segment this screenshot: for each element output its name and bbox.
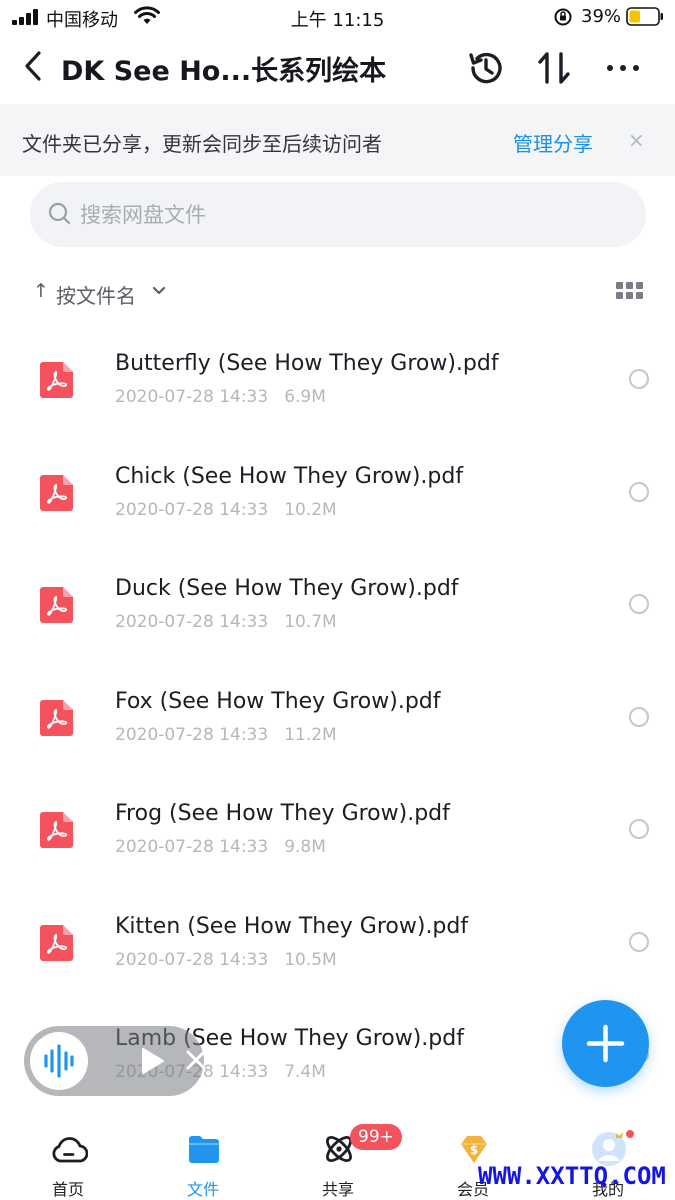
select-checkbox[interactable] [629,369,649,389]
back-button[interactable] [18,48,48,84]
search-input[interactable] [80,182,620,247]
clock: 上午 11:15 [290,10,385,31]
select-checkbox[interactable] [629,931,649,952]
select-checkbox[interactable] [629,819,649,839]
file-date: 2020-07-28 14:33 [115,724,269,745]
search-icon [48,202,71,225]
plus-icon [586,1024,625,1063]
pdf-file-icon [40,924,73,961]
file-date: 2020-07-28 14:33 [115,949,269,970]
file-date: 2020-07-28 14:33 [115,837,269,857]
battery-icon [626,7,663,26]
more-button[interactable] [603,48,643,88]
play-icon[interactable] [140,1046,166,1076]
watermark: WWW.XXTTQ.COM [478,1162,666,1190]
notification-dot [624,1128,636,1140]
file-meta: 2020-07-28 14:33 10.7M [115,612,353,632]
pdf-file-icon [40,474,73,511]
select-checkbox[interactable] [629,706,649,727]
file-name: Chick (See How They Grow).pdf [115,463,464,489]
cloud-icon [52,1137,88,1163]
file-size: 7.4M [284,1062,326,1082]
pdf-file-icon [40,362,73,398]
folder-icon [189,1136,219,1163]
file-meta: 2020-07-28 14:33 10.2M [115,500,353,520]
manage-share-link[interactable]: 管理分享 [513,128,593,157]
file-date: 2020-07-28 14:33 [115,387,269,407]
close-icon[interactable] [184,1048,208,1072]
add-button[interactable] [562,1000,649,1087]
tab-files[interactable]: 文件 [153,1118,253,1200]
sort-by-name-dropdown[interactable]: 按文件名 [56,280,136,309]
share-count-badge: 99+ [350,1124,402,1150]
close-icon[interactable]: × [628,130,645,150]
file-row[interactable]: Frog (See How They Grow).pdf 2020-07-28 … [0,772,675,885]
pdf-file-icon [40,587,73,623]
file-name: Butterfly (See How They Grow).pdf [115,351,499,376]
file-row[interactable]: Butterfly (See How They Grow).pdf 2020-0… [0,322,675,435]
battery-percent: 39% [581,6,622,27]
file-list: Butterfly (See How They Grow).pdf 2020-0… [0,322,675,1110]
audio-wave-icon [44,1044,74,1078]
grid-view-icon[interactable] [616,282,643,302]
history-button[interactable] [466,48,506,88]
file-name: Frog (See How They Grow).pdf [115,801,450,826]
more-icon [607,65,639,71]
page-title: DK See Ho...长系列绘本 [61,56,387,87]
tab-label: 共享 [321,1180,354,1199]
svg-text:$: $ [470,1143,478,1157]
file-name: Kitten (See How They Grow).pdf [115,913,469,939]
select-checkbox[interactable] [629,594,649,614]
search-bar[interactable] [30,182,646,247]
file-row[interactable]: Chick (See How They Grow).pdf 2020-07-28… [0,435,675,548]
file-meta: 2020-07-28 14:33 9.8M [115,837,342,857]
tab-label: 首页 [51,1180,84,1199]
file-row[interactable]: Fox (See How They Grow).pdf 2020-07-28 1… [0,660,675,773]
pdf-file-icon [40,812,73,848]
sort-button[interactable] [534,48,574,88]
file-name: Duck (See How They Grow).pdf [115,576,459,601]
file-date: 2020-07-28 14:33 [115,612,269,632]
nav-bar: DK See Ho...长系列绘本 [0,34,675,102]
file-size: 11.2M [284,724,337,745]
file-size: 10.5M [284,949,337,970]
file-meta: 2020-07-28 14:33 11.2M [115,725,353,745]
history-icon [469,52,502,84]
file-size: 9.8M [284,837,326,857]
status-bar: 中国移动 上午 11:15 39% [0,0,675,34]
share-banner-text: 文件夹已分享，更新会同步至后续访问者 [22,132,382,156]
file-size: 6.9M [284,387,326,407]
share-banner: 文件夹已分享，更新会同步至后续访问者 管理分享 × [0,104,675,176]
file-date: 2020-07-28 14:33 [115,499,269,520]
rotation-lock-icon [554,8,572,26]
file-meta: 2020-07-28 14:33 10.5M [115,950,353,970]
tab-label: 文件 [186,1180,219,1199]
file-name: Fox (See How They Grow).pdf [115,688,441,714]
pdf-file-icon [40,699,73,736]
file-row[interactable]: Kitten (See How They Grow).pdf 2020-07-2… [0,885,675,998]
floating-audio-player[interactable] [24,1026,206,1096]
sort-icon [538,52,570,84]
chevron-down-icon[interactable] [152,286,166,296]
tab-home[interactable]: 首页 [18,1118,118,1200]
voice-disc[interactable] [30,1032,88,1090]
file-size: 10.2M [284,499,337,520]
sort-row: ↑ 按文件名 [0,270,675,314]
file-meta: 2020-07-28 14:33 6.9M [115,387,342,407]
select-checkbox[interactable] [629,481,649,502]
file-row[interactable]: Duck (See How They Grow).pdf 2020-07-28 … [0,547,675,660]
chevron-left-icon [25,51,41,81]
sort-direction-icon[interactable]: ↑ [33,280,49,302]
file-size: 10.7M [284,612,337,632]
